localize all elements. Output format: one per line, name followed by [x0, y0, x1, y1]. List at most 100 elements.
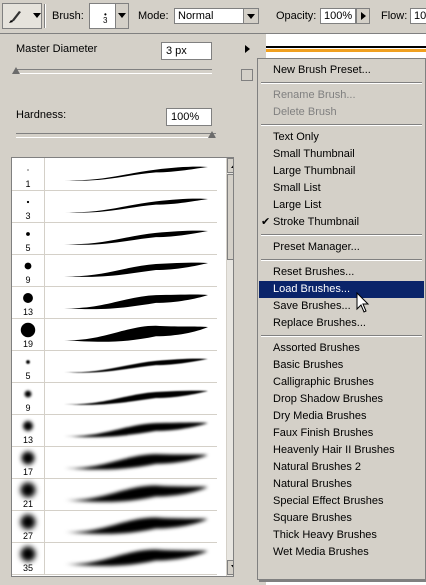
brush-preset-row[interactable]: 19: [12, 318, 217, 351]
brush-preset-row[interactable]: 13: [12, 414, 217, 447]
brush-size-label: 5: [25, 243, 31, 253]
master-diameter-label: Master Diameter: [16, 43, 98, 55]
brush-stroke-preview: [64, 358, 208, 373]
menu-item-drop-shadow-brushes[interactable]: Drop Shadow Brushes: [259, 391, 424, 408]
menu-item-text-only[interactable]: Text Only: [259, 129, 424, 146]
brush-stroke-preview: [64, 198, 208, 213]
menu-item-label: Preset Manager...: [273, 241, 360, 253]
opacity-field[interactable]: 100%: [320, 8, 356, 24]
chevron-down-icon[interactable]: [115, 4, 128, 28]
menu-item-label: Small List: [273, 182, 321, 194]
brush-preset-row[interactable]: 9: [12, 254, 217, 287]
menu-item-label: Assorted Brushes: [273, 342, 360, 354]
menu-item-label: Faux Finish Brushes: [273, 427, 374, 439]
brush-preset-row[interactable]: 3: [12, 190, 217, 223]
scroll-up-button[interactable]: [227, 158, 233, 173]
menu-item-label: New Brush Preset...: [273, 64, 371, 76]
menu-item-new-brush-preset[interactable]: New Brush Preset...: [259, 62, 424, 79]
menu-item-small-list[interactable]: Small List: [259, 180, 424, 197]
brush-tip-thumbnail: 9: [12, 382, 45, 414]
canvas-stripe: [266, 49, 426, 52]
brush-preset-row[interactable]: 13: [12, 286, 217, 319]
menu-item-basic-brushes[interactable]: Basic Brushes: [259, 357, 424, 374]
menu-item-special-effect-brushes[interactable]: Special Effect Brushes: [259, 493, 424, 510]
menu-item-label: Thick Heavy Brushes: [273, 529, 377, 541]
mode-value: Normal: [178, 10, 214, 22]
menu-item-label: Replace Brushes...: [273, 317, 366, 329]
menu-item-load-brushes[interactable]: Load Brushes...: [259, 281, 424, 298]
menu-item-label: Stroke Thumbnail: [273, 216, 360, 228]
brush-stroke-preview: [64, 485, 208, 502]
menu-item-small-thumbnail[interactable]: Small Thumbnail: [259, 146, 424, 163]
flow-field[interactable]: 100: [410, 8, 426, 24]
vertical-scrollbar[interactable]: [226, 158, 233, 576]
menu-item-label: Basic Brushes: [273, 359, 344, 371]
menu-separator: [261, 234, 422, 236]
menu-item-square-brushes[interactable]: Square Brushes: [259, 510, 424, 527]
brush-preset-row[interactable]: 1: [12, 158, 217, 191]
brush-panel-flyout-menu: New Brush Preset... Rename Brush... Delete…: [257, 58, 426, 580]
new-preset-icon[interactable]: [241, 69, 253, 81]
menu-item-faux-finish-brushes[interactable]: Faux Finish Brushes: [259, 425, 424, 442]
menu-item-label: Natural Brushes 2: [273, 461, 362, 473]
brush-size-label: 19: [22, 339, 33, 349]
menu-item-preset-manager[interactable]: Preset Manager...: [259, 239, 424, 256]
hardness-slider-track[interactable]: [16, 133, 216, 138]
master-diameter-input[interactable]: 3 px: [161, 42, 212, 60]
menu-item-label: Load Brushes...: [273, 283, 351, 295]
menu-item-label: Natural Brushes: [273, 478, 352, 490]
flyout-arrow-icon[interactable]: [241, 43, 255, 57]
brush-size-label: 1: [25, 179, 31, 189]
brush-size-value: 3: [103, 16, 108, 25]
brush-preset-row[interactable]: 5: [12, 350, 217, 383]
menu-item-large-list[interactable]: Large List: [259, 197, 424, 214]
menu-item-natural-brushes-2[interactable]: Natural Brushes 2: [259, 459, 424, 476]
hardness-slider-thumb[interactable]: [208, 131, 216, 139]
brush-preset-row[interactable]: 17: [12, 446, 217, 479]
brush-stroke-preview: [64, 166, 208, 181]
brush-tip-thumbnail: 35: [12, 542, 45, 574]
brush-picker[interactable]: • 3: [89, 3, 129, 29]
hardness-input[interactable]: 100%: [166, 108, 212, 126]
scroll-thumb[interactable]: [227, 174, 233, 260]
master-diameter-slider-track[interactable]: [16, 69, 212, 74]
menu-item-label: Special Effect Brushes: [273, 495, 384, 507]
opacity-slider-button[interactable]: [356, 8, 370, 24]
brush-preset-row[interactable]: 27: [12, 510, 217, 543]
menu-item-thick-heavy-brushes[interactable]: Thick Heavy Brushes: [259, 527, 424, 544]
brush-tip-thumbnail: 13: [12, 414, 45, 446]
menu-item-natural-brushes[interactable]: Natural Brushes: [259, 476, 424, 493]
menu-item-save-brushes[interactable]: Save Brushes...: [259, 298, 424, 315]
chevron-down-icon: [33, 13, 41, 18]
brush-preset-list[interactable]: 1 3 5 9 13 19 5 9 13 17 21 27 35: [11, 157, 234, 577]
hardness-value: 100%: [171, 111, 200, 123]
menu-item-heavenly-hair-ii-brushes[interactable]: Heavenly Hair II Brushes: [259, 442, 424, 459]
mode-label: Mode:: [138, 10, 169, 22]
menu-item-label: Small Thumbnail: [273, 148, 355, 160]
chevron-down-icon[interactable]: [243, 9, 258, 23]
brush-preset-row[interactable]: 35: [12, 542, 217, 575]
master-diameter-slider-thumb[interactable]: [12, 67, 20, 75]
brush-preset-row[interactable]: 9: [12, 382, 217, 415]
menu-item-assorted-brushes[interactable]: Assorted Brushes: [259, 340, 424, 357]
menu-item-wet-media-brushes[interactable]: Wet Media Brushes: [259, 544, 424, 561]
brush-tip-thumbnail: 27: [12, 510, 45, 542]
brush-tip-thumbnail: 3: [12, 190, 45, 222]
brush-preset-row[interactable]: 21: [12, 478, 217, 511]
master-diameter-value: 3 px: [166, 45, 187, 57]
brush-preset-row[interactable]: 5: [12, 222, 217, 255]
brush-size-label: 3: [25, 211, 31, 221]
menu-item-reset-brushes[interactable]: Reset Brushes...: [259, 264, 424, 281]
menu-item-stroke-thumbnail[interactable]: ✔ Stroke Thumbnail: [259, 214, 424, 231]
menu-item-replace-brushes[interactable]: Replace Brushes...: [259, 315, 424, 332]
brush-stroke-preview: [64, 294, 208, 310]
menu-item-dry-media-brushes[interactable]: Dry Media Brushes: [259, 408, 424, 425]
menu-item-large-thumbnail[interactable]: Large Thumbnail: [259, 163, 424, 180]
tool-preset-picker[interactable]: [2, 3, 42, 29]
scroll-down-button[interactable]: [227, 560, 233, 575]
menu-item-calligraphic-brushes[interactable]: Calligraphic Brushes: [259, 374, 424, 391]
brush-tip-thumbnail: 13: [12, 286, 45, 318]
brush-tip-thumbnail: 17: [12, 446, 45, 478]
menu-separator: [261, 124, 422, 126]
mode-select[interactable]: Normal: [174, 8, 259, 24]
